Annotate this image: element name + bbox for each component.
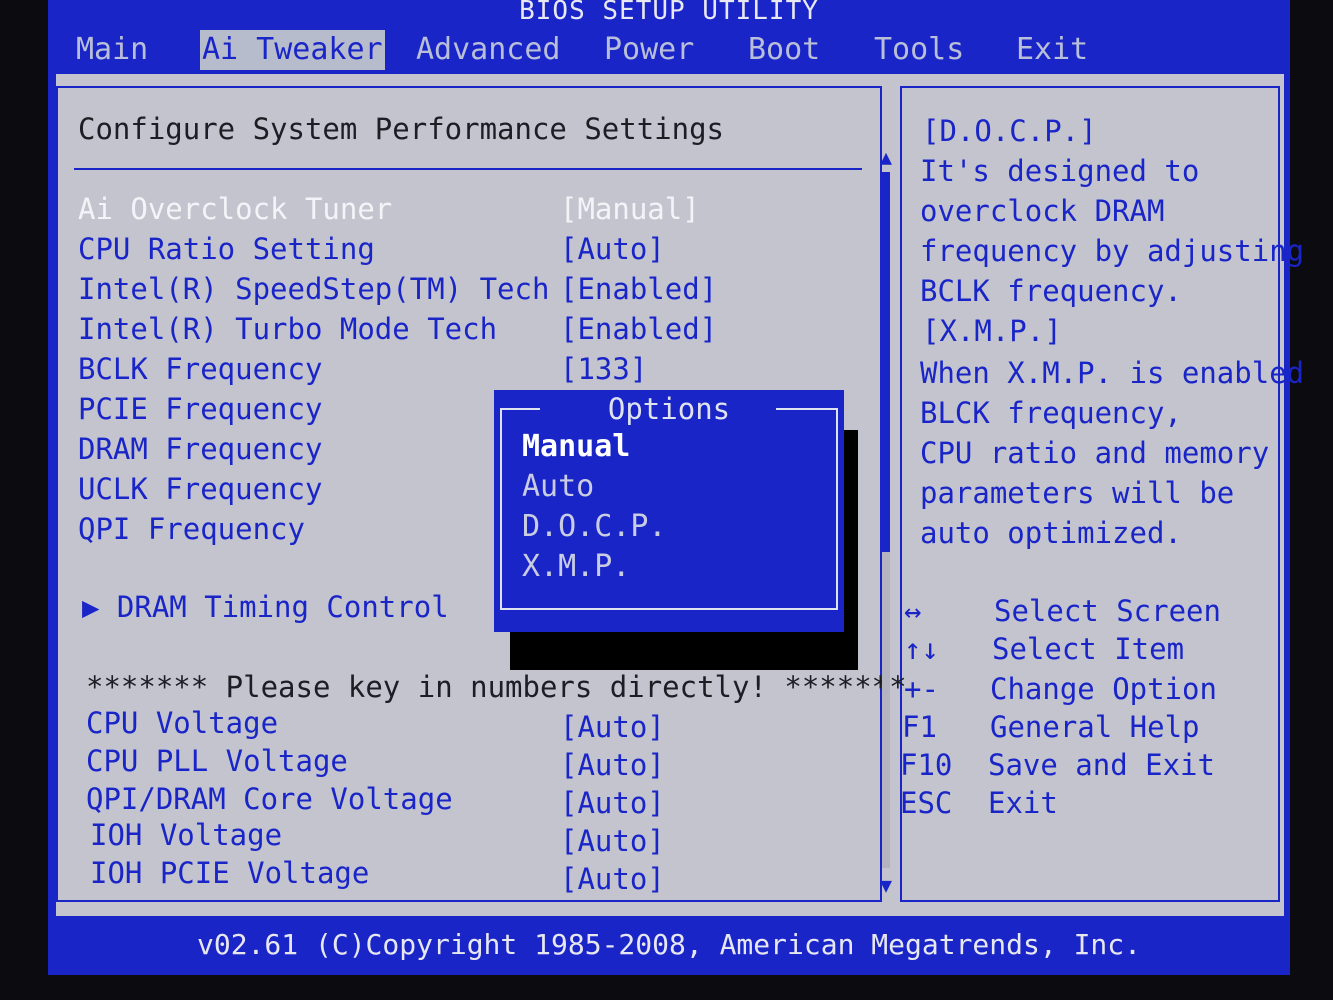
- scroll-down-arrow-icon[interactable]: ▼: [880, 875, 892, 895]
- value-speedstep[interactable]: [Enabled]: [560, 272, 717, 306]
- value-ioh-voltage[interactable]: [Auto]: [560, 824, 665, 858]
- bios-screen: BIOS SETUP UTILITY Main Ai Tweaker Advan…: [48, 0, 1304, 975]
- submenu-dram-timing-control[interactable]: ▶ DRAM Timing Control: [82, 590, 449, 624]
- value-ai-overclock-tuner[interactable]: [Manual]: [560, 192, 700, 226]
- value-turbo-mode[interactable]: [Enabled]: [560, 312, 717, 346]
- settings-scrollbar[interactable]: ▲ ▼: [880, 147, 892, 895]
- setting-dram-frequency[interactable]: DRAM Frequency: [78, 432, 322, 466]
- key-f1: F1: [902, 710, 937, 744]
- content-area: Configure System Performance Settings Ai…: [56, 74, 1304, 916]
- menu-bar: Main Ai Tweaker Advanced Power Boot Tool…: [48, 28, 1290, 72]
- setting-qpi-dram-core-voltage[interactable]: QPI/DRAM Core Voltage: [86, 782, 453, 816]
- key-action: Change Option: [990, 672, 1217, 706]
- setting-ioh-pcie-voltage[interactable]: IOH PCIE Voltage: [90, 856, 369, 890]
- setting-speedstep[interactable]: Intel(R) SpeedStep(TM) Tech: [78, 272, 549, 306]
- option-docp[interactable]: D.O.C.P.: [522, 510, 667, 544]
- setting-ioh-voltage[interactable]: IOH Voltage: [90, 818, 282, 852]
- option-xmp[interactable]: X.M.P.: [522, 550, 630, 584]
- help-line: BCLK frequency.: [920, 274, 1182, 308]
- menu-tools[interactable]: Tools: [874, 30, 964, 70]
- scroll-thumb[interactable]: [882, 172, 890, 552]
- menu-ai-tweaker[interactable]: Ai Tweaker: [200, 30, 385, 70]
- key-action: Select Item: [992, 632, 1185, 666]
- value-ioh-pcie-voltage[interactable]: [Auto]: [560, 862, 665, 896]
- heading-divider: [74, 168, 862, 170]
- help-line: It's designed to: [920, 154, 1200, 188]
- help-line: When X.M.P. is enabled: [920, 356, 1305, 390]
- value-cpu-voltage[interactable]: [Auto]: [560, 710, 665, 744]
- setting-uclk-frequency[interactable]: UCLK Frequency: [78, 472, 322, 506]
- section-heading: Configure System Performance Settings: [78, 112, 725, 146]
- help-line: [X.M.P.]: [922, 314, 1062, 348]
- key-f10: F10: [900, 748, 953, 782]
- key-plus-minus: +-: [904, 672, 939, 706]
- setting-ai-overclock-tuner[interactable]: Ai Overclock Tuner: [78, 192, 392, 226]
- help-line: BLCK frequency,: [920, 396, 1182, 430]
- setting-cpu-voltage[interactable]: CPU Voltage: [86, 706, 278, 740]
- option-auto[interactable]: Auto: [522, 470, 594, 504]
- bios-title: BIOS SETUP UTILITY: [519, 0, 819, 26]
- menu-exit[interactable]: Exit: [1016, 30, 1088, 70]
- menu-boot[interactable]: Boot: [748, 30, 820, 70]
- popup-title: Options: [607, 392, 731, 426]
- value-cpu-pll-voltage[interactable]: [Auto]: [560, 748, 665, 782]
- key-action: Select Screen: [994, 594, 1221, 628]
- key-action: Save and Exit: [988, 748, 1215, 782]
- help-line: frequency by adjusting: [920, 234, 1305, 268]
- menu-advanced[interactable]: Advanced: [416, 30, 561, 70]
- key-esc: ESC: [900, 786, 953, 820]
- help-line: [D.O.C.P.]: [922, 114, 1097, 148]
- key-left-right-icon: ↔: [904, 594, 922, 628]
- key-action: Exit: [988, 786, 1058, 820]
- help-line: overclock DRAM: [920, 194, 1165, 228]
- value-bclk-frequency[interactable]: [133]: [560, 352, 647, 386]
- copyright-footer: v02.61 (C)Copyright 1985-2008, American …: [196, 928, 1141, 961]
- key-up-down-icon: ↑↓: [904, 632, 939, 666]
- numeric-entry-note: ******* Please key in numbers directly! …: [86, 670, 907, 704]
- menu-main[interactable]: Main: [76, 30, 148, 70]
- setting-cpu-pll-voltage[interactable]: CPU PLL Voltage: [86, 744, 348, 778]
- setting-bclk-frequency[interactable]: BCLK Frequency: [78, 352, 322, 386]
- scroll-track[interactable]: [882, 172, 890, 868]
- help-line: parameters will be: [920, 476, 1235, 510]
- value-cpu-ratio[interactable]: [Auto]: [560, 232, 665, 266]
- menu-power[interactable]: Power: [604, 30, 694, 70]
- value-qpi-dram-core-voltage[interactable]: [Auto]: [560, 786, 665, 820]
- options-popup[interactable]: Options Manual Auto D.O.C.P. X.M.P.: [494, 390, 844, 632]
- key-action: General Help: [990, 710, 1200, 744]
- scroll-up-arrow-icon[interactable]: ▲: [880, 147, 892, 167]
- help-line: auto optimized.: [920, 516, 1182, 550]
- help-line: CPU ratio and memory: [920, 436, 1270, 470]
- setting-pcie-frequency[interactable]: PCIE Frequency: [78, 392, 322, 426]
- setting-cpu-ratio[interactable]: CPU Ratio Setting: [78, 232, 375, 266]
- setting-turbo-mode[interactable]: Intel(R) Turbo Mode Tech: [78, 312, 497, 346]
- option-manual[interactable]: Manual: [522, 430, 630, 464]
- setting-qpi-frequency[interactable]: QPI Frequency: [78, 512, 305, 546]
